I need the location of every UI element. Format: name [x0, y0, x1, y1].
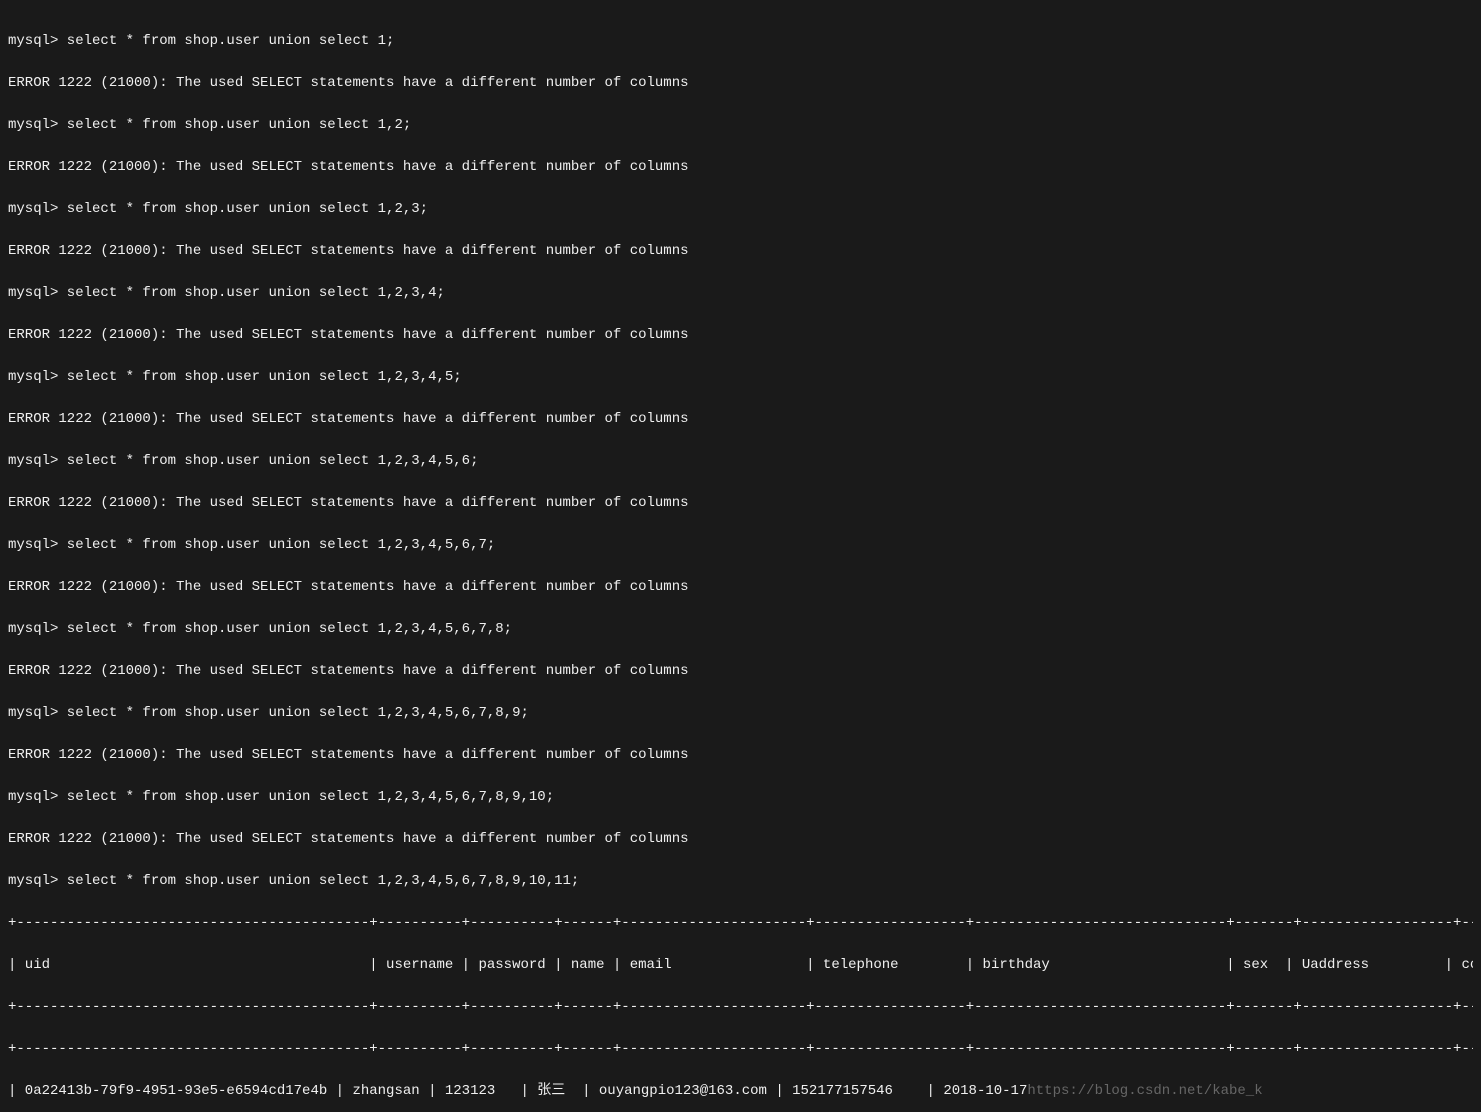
table-header-rest: | sex | Uaddress | code | state | — [1226, 957, 1473, 973]
table-sep-1a: +---------------------------------------… — [8, 915, 1226, 931]
line-17: mysql> select * from shop.user union sel… — [8, 705, 529, 721]
table-data-row: | 0a22413b-79f9-4951-93e5-e6594cd17e4b |… — [8, 1083, 1027, 1099]
line-21: mysql> select * from shop.user union sel… — [8, 873, 579, 889]
line-3: mysql> select * from shop.user union sel… — [8, 117, 411, 133]
table-header-uid: | uid | username | password | name | ema… — [8, 957, 1226, 973]
line-5: mysql> select * from shop.user union sel… — [8, 201, 428, 217]
line-6: ERROR 1222 (21000): The used SELECT stat… — [8, 243, 689, 259]
table-data-watermark: https://blog.csdn.net/kabe_k — [1027, 1083, 1262, 1099]
table-sep-3a: +---------------------------------------… — [8, 1041, 1226, 1057]
table-sep-1b: +-------+------------------+------+-----… — [1226, 915, 1473, 931]
line-20: ERROR 1222 (21000): The used SELECT stat… — [8, 831, 689, 847]
line-9: mysql> select * from shop.user union sel… — [8, 369, 462, 385]
line-1: mysql> select * from shop.user union sel… — [8, 33, 394, 49]
table-sep-2b: +-------+------------------+------+-----… — [1226, 999, 1473, 1015]
line-8: ERROR 1222 (21000): The used SELECT stat… — [8, 327, 689, 343]
line-10: ERROR 1222 (21000): The used SELECT stat… — [8, 411, 689, 427]
line-19: mysql> select * from shop.user union sel… — [8, 789, 554, 805]
table-sep-3b: +-------+------------------+------+-----… — [1226, 1041, 1473, 1057]
line-2: ERROR 1222 (21000): The used SELECT stat… — [8, 75, 689, 91]
line-16: ERROR 1222 (21000): The used SELECT stat… — [8, 663, 689, 679]
table-sep-2a: +---------------------------------------… — [8, 999, 1226, 1015]
line-14: ERROR 1222 (21000): The used SELECT stat… — [8, 579, 689, 595]
line-4: ERROR 1222 (21000): The used SELECT stat… — [8, 159, 689, 175]
line-13: mysql> select * from shop.user union sel… — [8, 537, 495, 553]
line-15: mysql> select * from shop.user union sel… — [8, 621, 512, 637]
line-7: mysql> select * from shop.user union sel… — [8, 285, 445, 301]
line-18: ERROR 1222 (21000): The used SELECT stat… — [8, 747, 689, 763]
line-12: ERROR 1222 (21000): The used SELECT stat… — [8, 495, 689, 511]
terminal-output: mysql> select * from shop.user union sel… — [8, 10, 1473, 1102]
line-11: mysql> select * from shop.user union sel… — [8, 453, 478, 469]
